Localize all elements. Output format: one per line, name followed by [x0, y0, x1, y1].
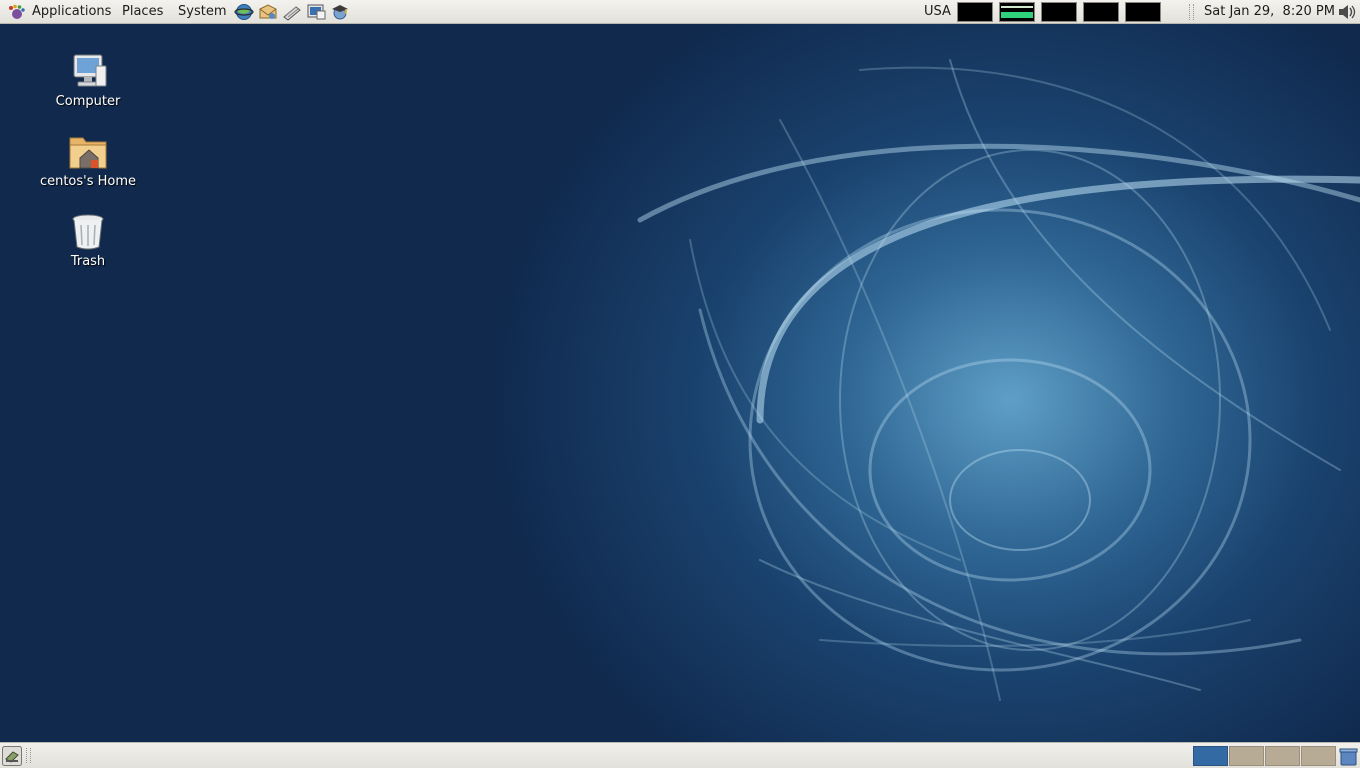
workspace-2[interactable]: [1229, 746, 1264, 766]
panel-handle[interactable]: [26, 748, 31, 763]
system-menu[interactable]: System: [178, 0, 226, 24]
workspace-3[interactable]: [1265, 746, 1300, 766]
keyboard-layout-indicator[interactable]: USA: [924, 0, 951, 24]
workspace-1[interactable]: [1193, 746, 1228, 766]
places-menu[interactable]: Places: [122, 0, 163, 24]
mail-client-icon[interactable]: [258, 3, 278, 21]
terminal-icon[interactable]: [306, 3, 326, 21]
network-monitor-graph-line: [1001, 6, 1033, 8]
panel-separator: [1189, 4, 1194, 20]
show-desktop-icon[interactable]: [2, 746, 22, 766]
desktop-icon-label: Trash: [70, 254, 106, 269]
web-browser-icon[interactable]: [234, 3, 254, 21]
wallpaper-swirls: [637, 59, 1360, 701]
text-editor-icon[interactable]: [282, 3, 302, 21]
home-folder-icon: [69, 137, 107, 169]
desktop-icon-label: centos's Home: [39, 174, 137, 189]
trash-icon: [72, 214, 104, 250]
desktop-icon-home[interactable]: centos's Home: [33, 132, 143, 189]
trash-applet-icon[interactable]: [1339, 747, 1358, 766]
gnome-foot-icon: [9, 4, 25, 19]
load-monitor[interactable]: [1125, 2, 1161, 22]
workspace-4[interactable]: [1301, 746, 1336, 766]
clock[interactable]: Sat Jan 29, 8:20 PM: [1204, 0, 1335, 24]
cpu-monitor[interactable]: [957, 2, 993, 22]
desktop-icon-trash[interactable]: Trash: [33, 212, 143, 269]
desktop-icon-computer[interactable]: Computer: [33, 52, 143, 109]
desktop[interactable]: Computer centos's Home Trash: [0, 0, 1360, 768]
desktop-icon-label: Computer: [55, 94, 121, 109]
bottom-panel: [0, 742, 1360, 768]
network-monitor-graph-fill: [1001, 12, 1033, 18]
computer-icon: [73, 54, 107, 87]
applications-menu[interactable]: Applications: [32, 0, 111, 24]
help-icon[interactable]: [330, 3, 350, 21]
disk-monitor[interactable]: [1083, 2, 1119, 22]
speaker-icon[interactable]: [1336, 3, 1356, 21]
network-monitor[interactable]: [999, 2, 1035, 22]
top-panel: Applications Places System USA Sat Jan 2…: [0, 0, 1360, 24]
memory-monitor[interactable]: [1041, 2, 1077, 22]
